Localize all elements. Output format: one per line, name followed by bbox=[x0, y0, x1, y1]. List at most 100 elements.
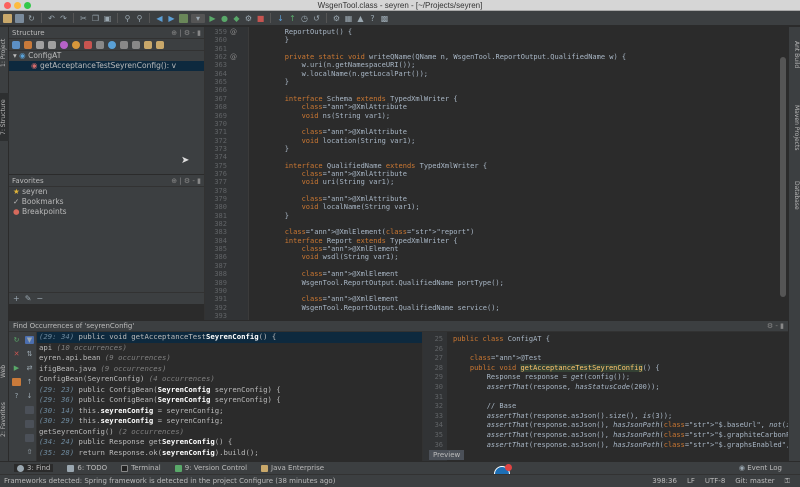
find-preview-pane[interactable]: 25 26 27 28 29 30 31 32 33 34 35 36 public class Co… bbox=[422, 332, 788, 462]
find-result-row[interactable]: api (10 occurrences) bbox=[37, 343, 422, 354]
override-marker-icon[interactable]: @ bbox=[230, 53, 237, 61]
redo-icon[interactable]: ↷ bbox=[59, 14, 68, 23]
show-non-public-icon[interactable] bbox=[84, 40, 92, 49]
find-results-list[interactable]: (29: 34) public void getAcceptanceTestSe… bbox=[37, 332, 422, 462]
preview-icon[interactable] bbox=[12, 378, 21, 386]
undo-icon[interactable]: ↶ bbox=[47, 14, 56, 23]
settings-icon[interactable]: ⚙ bbox=[332, 14, 341, 23]
preview-code-line[interactable]: class="ann">@Test bbox=[453, 354, 542, 362]
find-icon[interactable]: ⚲ bbox=[123, 14, 132, 23]
find-result-row[interactable]: (34: 24) public Response getSeyrenConfig… bbox=[37, 437, 422, 448]
code-line[interactable]: class="ann">@XmlAttribute bbox=[251, 170, 407, 178]
vcs-commit-icon[interactable]: ↑ bbox=[288, 14, 297, 23]
preview-code-line[interactable]: public class ConfigAT { bbox=[453, 335, 550, 343]
editor-code-area[interactable]: ReportOutput() { } private static void w… bbox=[251, 27, 778, 320]
close-tab-icon[interactable]: ✕ bbox=[12, 350, 21, 358]
code-line[interactable]: class="ann">@XmlAttribute bbox=[251, 195, 407, 203]
preview-code-line[interactable]: assertThat(response, hasStatusCode(200))… bbox=[453, 383, 660, 391]
structure-tool-tab[interactable]: 7: Structure bbox=[0, 93, 9, 141]
help-icon[interactable]: ? bbox=[368, 14, 377, 23]
find-result-row[interactable]: (29: 34) public void getAcceptanceTestSe… bbox=[37, 332, 422, 343]
build-icon[interactable] bbox=[179, 13, 188, 23]
code-line[interactable]: interface Report extends TypedXmlWriter … bbox=[251, 237, 458, 245]
code-line[interactable]: private static void writeQName(QName n, … bbox=[251, 53, 626, 61]
web-tool-tab[interactable]: Web bbox=[0, 361, 9, 381]
favorites-item-seyren[interactable]: ★ seyren bbox=[9, 187, 204, 197]
next-occurrence-icon[interactable]: ↓ bbox=[25, 392, 34, 400]
code-line[interactable]: ReportOutput() { bbox=[251, 28, 352, 36]
project-structure-icon[interactable]: ▦ bbox=[344, 14, 353, 23]
code-line[interactable]: void localName(String var1); bbox=[251, 203, 420, 211]
java-enterprise-tool-tab[interactable]: Java Enterprise bbox=[261, 464, 324, 472]
expand-arrow-icon[interactable]: ▾ bbox=[13, 51, 17, 60]
tree-item-class[interactable]: ▾ ◉ ConfigAT bbox=[9, 51, 204, 61]
help-icon[interactable]: ? bbox=[12, 392, 21, 400]
project-tool-tab[interactable]: 1: Project bbox=[0, 31, 9, 75]
prev-occurrence-icon[interactable]: ↑ bbox=[25, 378, 34, 386]
sort-alpha-icon[interactable] bbox=[12, 40, 20, 49]
ant-build-tool-tab[interactable]: Ant Build bbox=[790, 33, 800, 77]
caret-position[interactable]: 398:36 bbox=[652, 475, 677, 487]
find-result-row[interactable]: getSeyrenConfig() (2 occurrences) bbox=[37, 427, 422, 438]
collapse-all-icon[interactable]: ⇄ bbox=[25, 364, 34, 372]
git-branch[interactable]: Git: master bbox=[735, 475, 774, 487]
maven-projects-tool-tab[interactable]: Maven Projects bbox=[790, 97, 800, 159]
run-icon[interactable]: ▶ bbox=[208, 14, 217, 23]
find-result-row[interactable]: ConfigBean(SeyrenConfig) (4 occurrences) bbox=[37, 374, 422, 385]
run-config-dropdown-icon[interactable]: ▾ bbox=[191, 13, 205, 23]
file-encoding[interactable]: UTF-8 bbox=[705, 475, 725, 487]
override-marker-icon[interactable]: @ bbox=[230, 28, 237, 36]
code-line[interactable]: WsgenTool.ReportOutput.QualifiedName ser… bbox=[251, 304, 500, 312]
code-line[interactable]: } bbox=[251, 145, 289, 153]
preview-code-line[interactable]: assertThat(response.asJson().size(), is(… bbox=[453, 412, 672, 420]
find-result-row[interactable]: (30: 14) this.seyrenConfig = seyrenConfi… bbox=[37, 406, 422, 417]
sdk-manager-icon[interactable]: ▲ bbox=[356, 14, 365, 23]
favorites-item-breakpoints[interactable]: ● Breakpoints bbox=[9, 207, 204, 217]
code-line[interactable]: } bbox=[251, 36, 289, 44]
find-tool-tab[interactable]: 3: Find bbox=[14, 464, 54, 472]
panel-controls[interactable]: ⚙ - ▮ bbox=[767, 321, 784, 332]
show-inherited-icon[interactable] bbox=[48, 40, 56, 49]
vcs-update-icon[interactable]: ↓ bbox=[276, 14, 285, 23]
editor-scrollbar[interactable] bbox=[778, 27, 788, 320]
code-line[interactable]: w.localName(n.getLocalPart()); bbox=[251, 70, 428, 78]
show-methods-icon[interactable] bbox=[60, 40, 68, 49]
find-result-row[interactable]: (29: 36) public ConfigBean(SeyrenConfig … bbox=[37, 395, 422, 406]
show-anonymous-icon[interactable] bbox=[120, 40, 128, 49]
line-separator[interactable]: LF bbox=[687, 475, 695, 487]
code-line[interactable]: class="ann">@XmlElement bbox=[251, 295, 399, 303]
tree-item-method[interactable]: ◉ getAcceptanceTestSeyrenConfig(): v bbox=[9, 61, 204, 71]
code-line[interactable]: class="ann">@XmlElement bbox=[251, 270, 399, 278]
coverage-icon[interactable]: ◆ bbox=[232, 14, 241, 23]
autoscroll-to-source-icon[interactable] bbox=[132, 40, 140, 49]
save-icon[interactable] bbox=[15, 13, 24, 23]
editor-gutter[interactable]: 359 360 361 362 363 364 365 366 367 368 369 370 371 3… bbox=[205, 27, 249, 320]
edit-icon[interactable]: ✎ bbox=[25, 294, 32, 303]
find-result-row[interactable]: (30: 29) this.seyrenConfig = seyrenConfi… bbox=[37, 416, 422, 427]
code-line[interactable]: void location(String var1); bbox=[251, 137, 416, 145]
open-folder-icon[interactable] bbox=[3, 13, 12, 23]
vcs-revert-icon[interactable]: ↺ bbox=[312, 14, 321, 23]
group-by-package-icon[interactable] bbox=[25, 420, 34, 428]
preview-code-line[interactable]: assertThat(response.asJson(), hasJsonPat… bbox=[453, 431, 788, 439]
vcs-history-icon[interactable]: ◷ bbox=[300, 14, 309, 23]
code-line[interactable]: void ns(String var1); bbox=[251, 112, 391, 120]
find-result-row[interactable]: (29: 23) public ConfigBean(SeyrenConfig … bbox=[37, 385, 422, 396]
preview-code-line[interactable]: Response response = get(config()); bbox=[453, 373, 630, 381]
find-result-row[interactable]: ifigBean.java (9 occurrences) bbox=[37, 364, 422, 375]
sync-icon[interactable]: ↻ bbox=[27, 14, 36, 23]
show-fields-icon[interactable] bbox=[72, 40, 80, 49]
copy-icon[interactable]: ❐ bbox=[91, 14, 100, 23]
export-icon[interactable]: ⇧ bbox=[25, 448, 34, 456]
code-editor[interactable]: 359 360 361 362 363 364 365 366 367 368 369 370 371 3… bbox=[204, 27, 788, 320]
database-tool-tab[interactable]: Database bbox=[790, 175, 800, 215]
favorites-item-bookmarks[interactable]: ✓ Bookmarks bbox=[9, 197, 204, 207]
profile-icon[interactable]: ⚙ bbox=[244, 14, 253, 23]
group-methods-icon[interactable] bbox=[36, 40, 44, 49]
show-lambdas-icon[interactable] bbox=[96, 40, 104, 49]
expand-all-icon[interactable] bbox=[156, 40, 164, 49]
code-line[interactable]: interface QualifiedName extends TypedXml… bbox=[251, 162, 487, 170]
code-line[interactable]: WsgenTool.ReportOutput.QualifiedName por… bbox=[251, 279, 504, 287]
show-properties-icon[interactable] bbox=[108, 40, 116, 49]
code-line[interactable]: } bbox=[251, 78, 289, 86]
